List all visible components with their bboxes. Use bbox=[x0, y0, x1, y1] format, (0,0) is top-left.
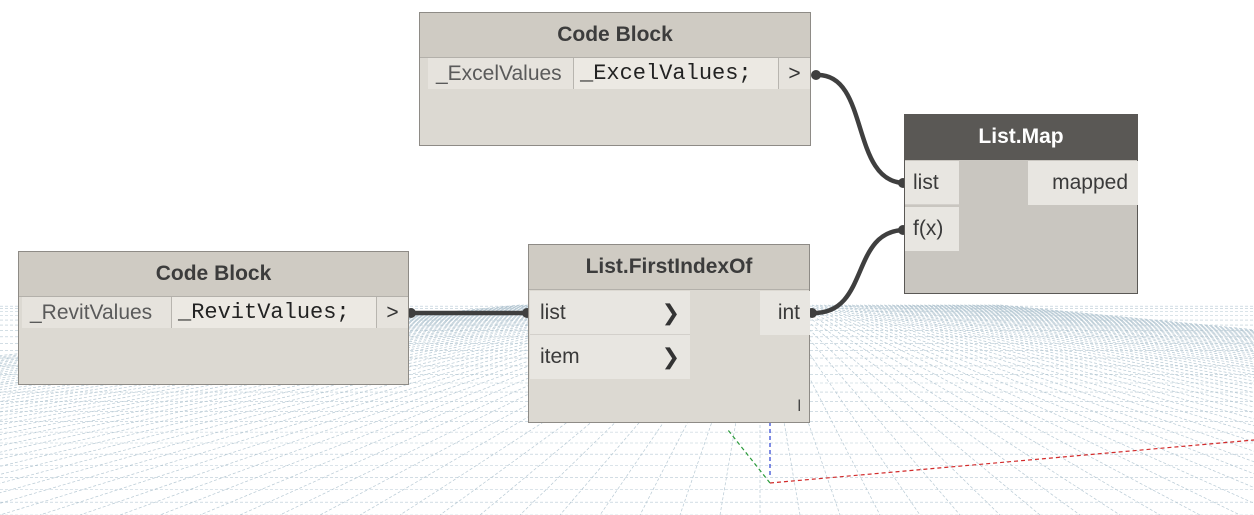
grid-line bbox=[791, 304, 1081, 515]
output-port[interactable]: > bbox=[779, 58, 810, 89]
x-axis-line bbox=[769, 439, 1254, 484]
output-port-mapped[interactable]: mapped bbox=[1028, 161, 1138, 205]
input-port-list[interactable]: list ❯ bbox=[530, 291, 690, 335]
grid-line bbox=[883, 304, 1254, 375]
wire-excel-to-map-list[interactable] bbox=[817, 72, 906, 186]
lacing-indicator[interactable]: l bbox=[797, 398, 801, 416]
input-name-label: _ExcelValues bbox=[428, 58, 574, 89]
node-title: List.Map bbox=[905, 115, 1137, 160]
code-block-excel-node[interactable]: Code Block _ExcelValues _ExcelValues; > bbox=[419, 12, 811, 146]
y-axis-line bbox=[727, 429, 771, 484]
output-port-int[interactable]: int bbox=[760, 291, 810, 335]
node-title: List.FirstIndexOf bbox=[529, 245, 809, 290]
list-map-node[interactable]: List.Map list f(x) mapped bbox=[904, 114, 1138, 294]
grid-line bbox=[987, 304, 1254, 333]
grid-line bbox=[951, 304, 1254, 343]
grid-line bbox=[935, 304, 1254, 348]
grid-line bbox=[931, 304, 1254, 350]
origin-axes bbox=[727, 420, 1254, 484]
grid-line bbox=[999, 304, 1254, 331]
port-label: list bbox=[540, 300, 566, 324]
input-port-list[interactable]: list bbox=[905, 161, 959, 205]
list-firstindexof-node[interactable]: List.FirstIndexOf list ❯ item ❯ int l bbox=[528, 244, 810, 423]
input-port-item[interactable]: item ❯ bbox=[530, 335, 690, 379]
input-name-label: _RevitValues bbox=[22, 297, 172, 328]
grid-line bbox=[875, 304, 1254, 382]
node-title: Code Block bbox=[19, 252, 408, 297]
grid-line bbox=[991, 304, 1254, 332]
grid-line bbox=[803, 304, 1201, 515]
output-port[interactable]: > bbox=[377, 297, 408, 328]
grid-line bbox=[879, 304, 1254, 379]
grid-line bbox=[891, 304, 1254, 370]
chevron-right-icon: ❯ bbox=[661, 344, 680, 369]
grid-line bbox=[863, 304, 1254, 393]
code-text[interactable]: _ExcelValues; bbox=[574, 58, 779, 89]
grid-line bbox=[927, 304, 1254, 351]
grid-line bbox=[823, 304, 1254, 463]
node-title: Code Block bbox=[420, 13, 810, 58]
port-label: item bbox=[540, 345, 580, 368]
code-block-revit-node[interactable]: Code Block _RevitValues _RevitValues; > bbox=[18, 251, 409, 385]
grid-line bbox=[839, 304, 1254, 427]
port-dot-excel-out bbox=[811, 70, 821, 80]
grid-line bbox=[819, 304, 1254, 475]
wire-firstindex-to-map-fx[interactable] bbox=[813, 227, 906, 316]
code-text[interactable]: _RevitValues; bbox=[172, 297, 377, 328]
chevron-right-icon: ❯ bbox=[661, 299, 680, 325]
input-port-fx[interactable]: f(x) bbox=[905, 207, 959, 251]
